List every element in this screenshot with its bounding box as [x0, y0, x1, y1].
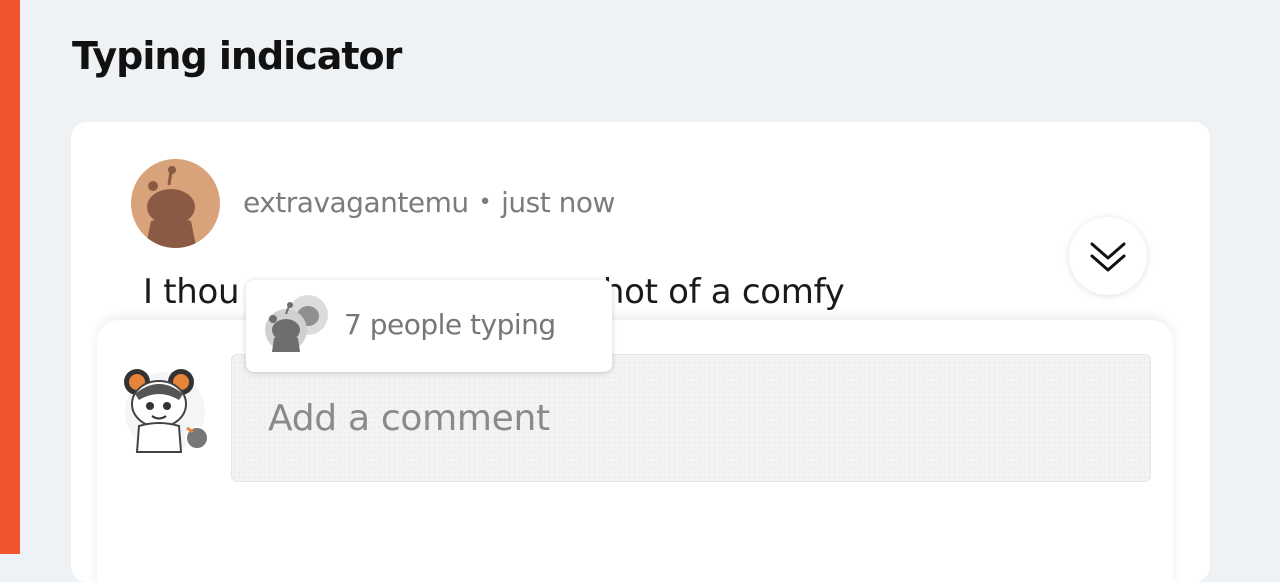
- author-avatar[interactable]: [131, 159, 220, 248]
- meta-separator: •: [478, 190, 492, 215]
- comment-body-start: I thou: [143, 272, 240, 312]
- comment-author[interactable]: extravagantemu: [243, 186, 469, 219]
- user-avatar[interactable]: [119, 360, 211, 456]
- double-chevron-down-icon: [1090, 242, 1126, 272]
- comment-input[interactable]: [231, 354, 1151, 482]
- snoo-avatar-stack-icon: [265, 295, 328, 352]
- scroll-down-button[interactable]: [1069, 217, 1147, 295]
- comment-card: extravagantemu • just now I thou e up shot …: [71, 122, 1210, 582]
- accent-bar: [0, 0, 20, 554]
- typing-indicator: 7 people typing: [246, 280, 612, 372]
- snoo-avatar-icon: [131, 159, 219, 248]
- comment-meta: extravagantemu • just now: [243, 186, 615, 219]
- typing-indicator-text: 7 people typing: [344, 308, 556, 341]
- comment-timestamp: just now: [501, 186, 615, 219]
- user-avatar-icon: [124, 369, 209, 453]
- section-title: Typing indicator: [72, 34, 402, 78]
